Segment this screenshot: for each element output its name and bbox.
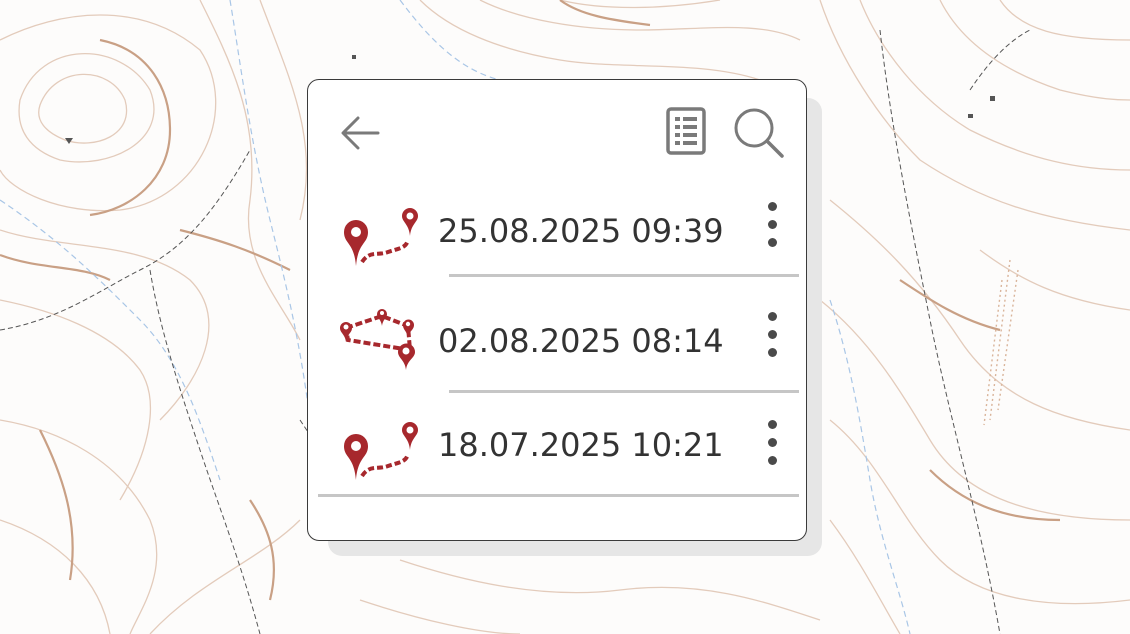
kebab-dot xyxy=(768,330,777,339)
kebab-dot xyxy=(768,202,777,211)
row-divider xyxy=(449,390,799,393)
track-options-button[interactable] xyxy=(758,202,788,258)
kebab-dot xyxy=(768,312,777,321)
kebab-dot xyxy=(768,438,777,447)
route-two-pins-icon xyxy=(344,208,418,266)
row-divider xyxy=(449,274,799,277)
kebab-dot xyxy=(768,348,777,357)
kebab-dot xyxy=(768,238,777,247)
kebab-dot xyxy=(768,456,777,465)
track-options-button[interactable] xyxy=(758,420,788,476)
arrow-left-icon xyxy=(341,116,380,150)
track-list-panel: 25.08.2025 09:39 02.08.2025 08:14 18.07.… xyxy=(307,79,807,541)
track-date: 02.08.2025 08:14 xyxy=(438,322,724,360)
route-two-pins-icon xyxy=(344,422,418,480)
track-options-button[interactable] xyxy=(758,312,788,368)
row-divider xyxy=(318,494,799,497)
track-row[interactable]: 02.08.2025 08:14 xyxy=(308,290,808,400)
track-date: 25.08.2025 09:39 xyxy=(438,212,724,250)
magnifier-icon xyxy=(734,108,784,158)
track-row[interactable]: 18.07.2025 10:21 xyxy=(308,398,808,508)
kebab-dot xyxy=(768,420,777,429)
track-list-button[interactable] xyxy=(665,106,707,156)
list-document-icon xyxy=(666,107,706,155)
track-date: 18.07.2025 10:21 xyxy=(438,426,724,464)
kebab-dot xyxy=(768,220,777,229)
search-button[interactable] xyxy=(732,106,786,160)
back-button[interactable] xyxy=(338,110,384,156)
route-loop-pins-icon xyxy=(340,309,415,370)
